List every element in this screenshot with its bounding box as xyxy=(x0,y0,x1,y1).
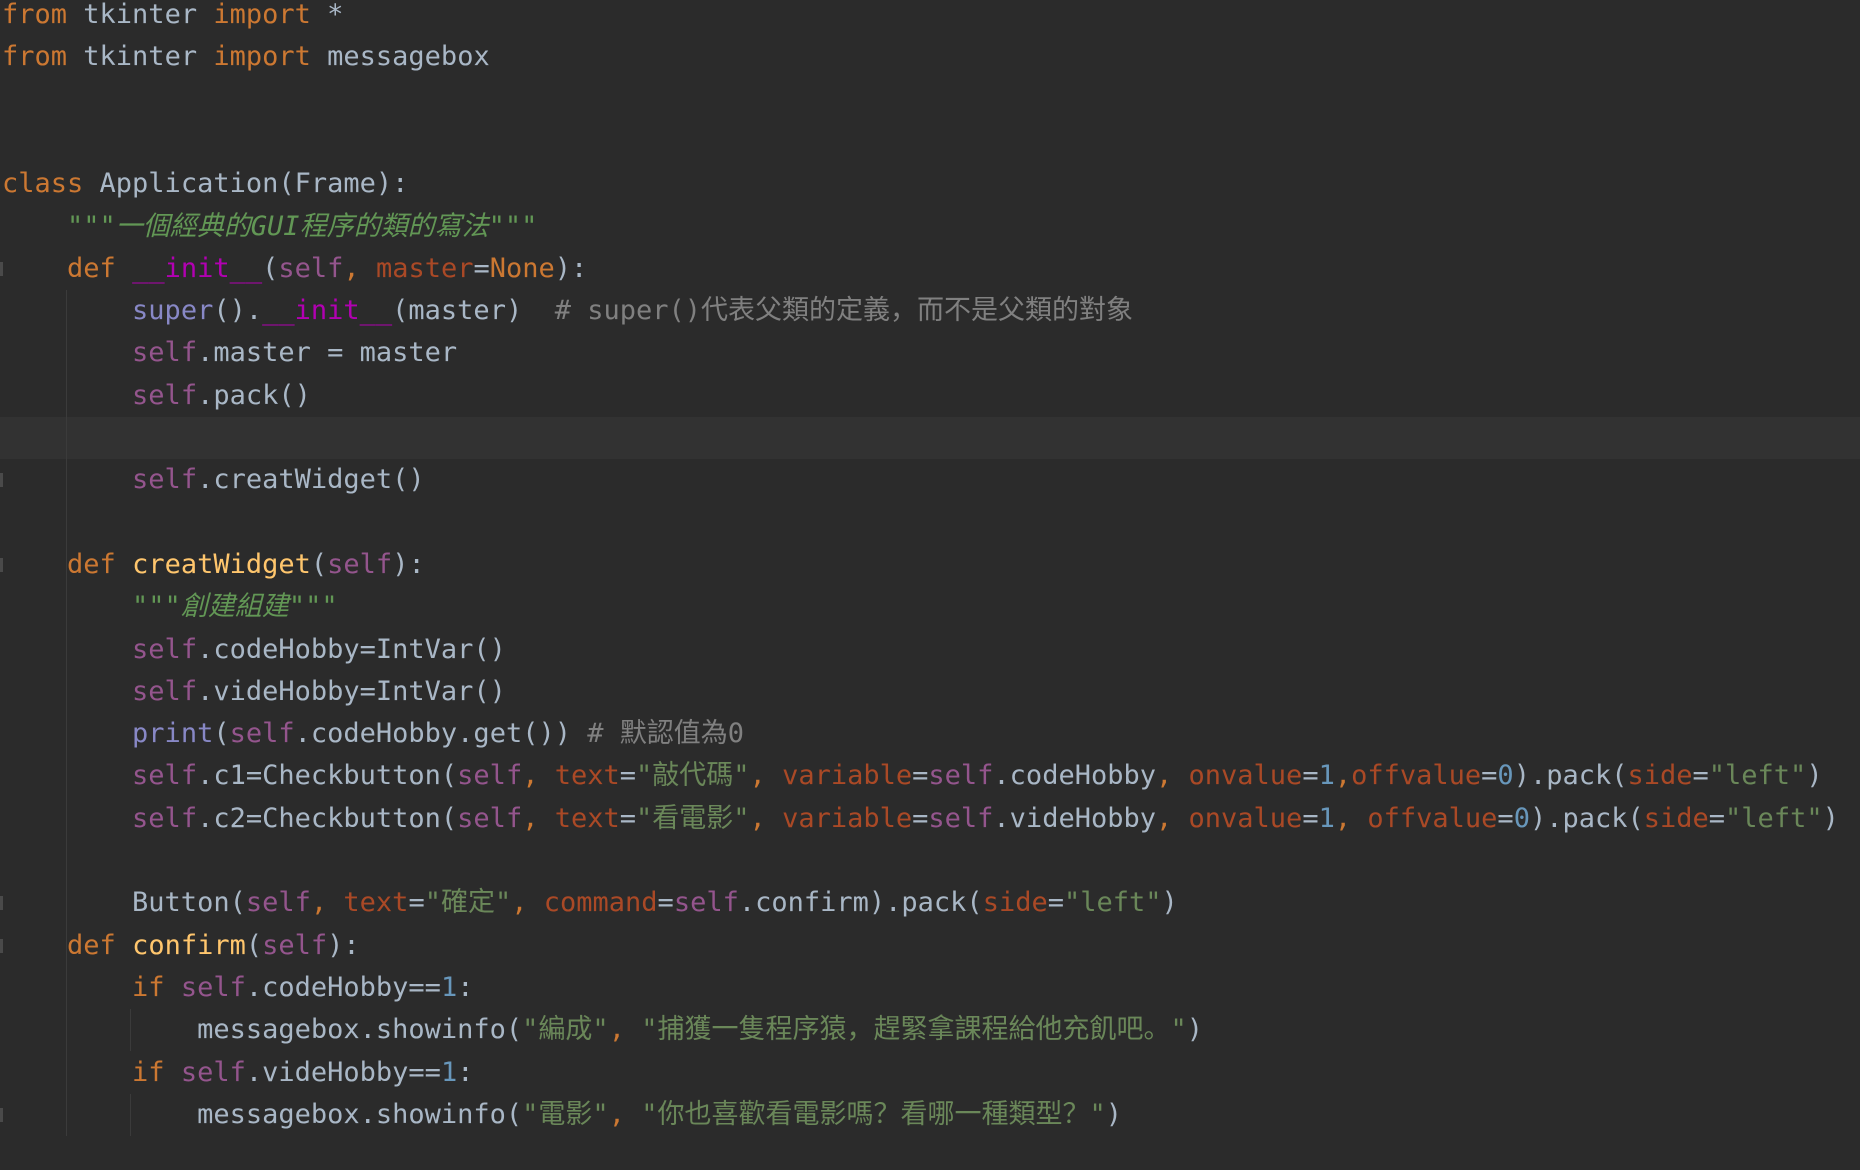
code-line[interactable] xyxy=(0,121,1860,163)
code-line[interactable]: self.codeHobby=IntVar() xyxy=(0,629,1860,671)
code-line[interactable]: super().__init__(master) # super()代表父類的定… xyxy=(0,290,1860,332)
indent-guide xyxy=(66,290,67,1137)
code-line[interactable] xyxy=(0,502,1860,544)
code-line[interactable]: Button(self, text="確定", command=self.con… xyxy=(0,882,1860,924)
code-line[interactable]: self.c2=Checkbutton(self, text="看電影", va… xyxy=(0,798,1860,840)
code-line[interactable]: messagebox.showinfo("電影", "你也喜歡看電影嗎？看哪一種… xyxy=(0,1094,1860,1136)
code-line[interactable]: self.videHobby=IntVar() xyxy=(0,671,1860,713)
code-line[interactable] xyxy=(0,840,1860,882)
fold-marker[interactable] xyxy=(0,473,3,488)
code-editor[interactable]: from tkinter import * from tkinter import… xyxy=(0,0,1860,1170)
code-line[interactable]: def confirm(self): xyxy=(0,925,1860,967)
indent-guide xyxy=(130,1093,131,1137)
code-line[interactable]: class Application(Frame): xyxy=(0,163,1860,205)
fold-marker[interactable] xyxy=(0,1107,3,1122)
fold-marker[interactable] xyxy=(0,896,3,911)
fold-marker[interactable] xyxy=(0,261,3,276)
code-line[interactable]: from tkinter import * xyxy=(0,0,1860,36)
code-line[interactable]: """一個經典的GUI程序的類的寫法""" xyxy=(0,206,1860,248)
code-line[interactable] xyxy=(0,417,1860,459)
code-line[interactable]: self.c1=Checkbutton(self, text="敲代碼", va… xyxy=(0,755,1860,797)
code-line[interactable]: self.pack() xyxy=(0,375,1860,417)
code-line[interactable]: def creatWidget(self): xyxy=(0,544,1860,586)
code-line[interactable]: from tkinter import messagebox xyxy=(0,36,1860,78)
code-line[interactable]: def __init__(self, master=None): xyxy=(0,248,1860,290)
fold-marker[interactable] xyxy=(0,557,3,572)
code-line[interactable]: if self.videHobby==1: xyxy=(0,1052,1860,1094)
code-line[interactable]: if self.codeHobby==1: xyxy=(0,967,1860,1009)
code-line[interactable]: self.creatWidget() xyxy=(0,459,1860,501)
code-line[interactable]: self.master = master xyxy=(0,332,1860,374)
code-line[interactable]: messagebox.showinfo("編成", "捕獲一隻程序猿，趕緊拿課程… xyxy=(0,1009,1860,1051)
code-line[interactable] xyxy=(0,79,1860,121)
fold-marker[interactable] xyxy=(0,938,3,953)
indent-guide xyxy=(130,1009,131,1052)
code-line[interactable]: print(self.codeHobby.get()) # 默認值為0 xyxy=(0,713,1860,755)
code-line[interactable]: """創建組建""" xyxy=(0,586,1860,628)
